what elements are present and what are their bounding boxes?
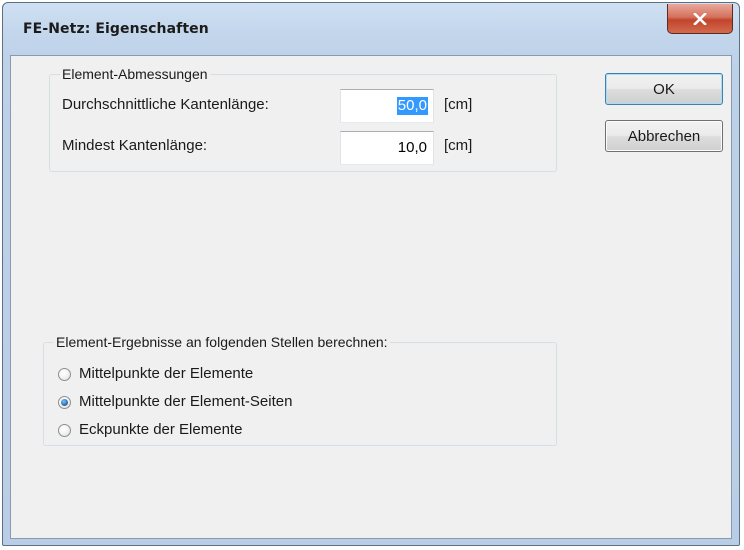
- results-group: Element-Ergebnisse an folgenden Stellen …: [43, 333, 557, 446]
- radio-button-selected[interactable]: [58, 395, 71, 409]
- radio-element-centers[interactable]: Mittelpunkte der Elemente: [58, 364, 253, 384]
- avg-edge-length-value: 50,0: [396, 97, 428, 115]
- min-edge-length-value: 10,0: [397, 139, 427, 156]
- radio-dot-icon: [61, 398, 68, 406]
- radio-label: Mittelpunkte der Elemente: [79, 365, 254, 382]
- dimensions-group: Element-Abmessungen Durchschnittliche Ka…: [49, 65, 557, 172]
- avg-edge-length-label: Durchschnittliche Kantenlänge:: [62, 96, 269, 113]
- results-group-label: Element-Ergebnisse an folgenden Stellen …: [54, 333, 390, 351]
- ok-button[interactable]: OK: [605, 73, 723, 105]
- radio-element-corners[interactable]: Eckpunkte der Elemente: [58, 420, 242, 440]
- cancel-button[interactable]: Abbrechen: [605, 120, 723, 152]
- window-title: FE-Netz: Eigenschaften: [23, 21, 209, 37]
- dialog-window: FE-Netz: Eigenschaften Element-Abmessung…: [2, 2, 740, 546]
- min-edge-length-label: Mindest Kantenlänge:: [62, 137, 208, 154]
- dialog-client-area: Element-Abmessungen Durchschnittliche Ka…: [10, 55, 732, 539]
- radio-element-side-centers[interactable]: Mittelpunkte der Element-Seiten: [58, 392, 292, 412]
- radio-label: Mittelpunkte der Element-Seiten: [79, 393, 293, 410]
- avg-edge-length-unit: [cm]: [444, 96, 473, 113]
- radio-button[interactable]: [58, 367, 71, 381]
- radio-label: Eckpunkte der Elemente: [79, 421, 243, 438]
- close-button[interactable]: [667, 4, 733, 34]
- close-x-icon: [693, 12, 707, 25]
- avg-edge-length-field[interactable]: 50,0: [340, 89, 434, 123]
- min-edge-length-unit: [cm]: [444, 137, 473, 154]
- min-edge-length-field[interactable]: 10,0: [340, 131, 434, 165]
- radio-button[interactable]: [58, 423, 71, 437]
- dimensions-group-label: Element-Abmessungen: [60, 65, 210, 83]
- title-bar[interactable]: FE-Netz: Eigenschaften: [3, 3, 739, 55]
